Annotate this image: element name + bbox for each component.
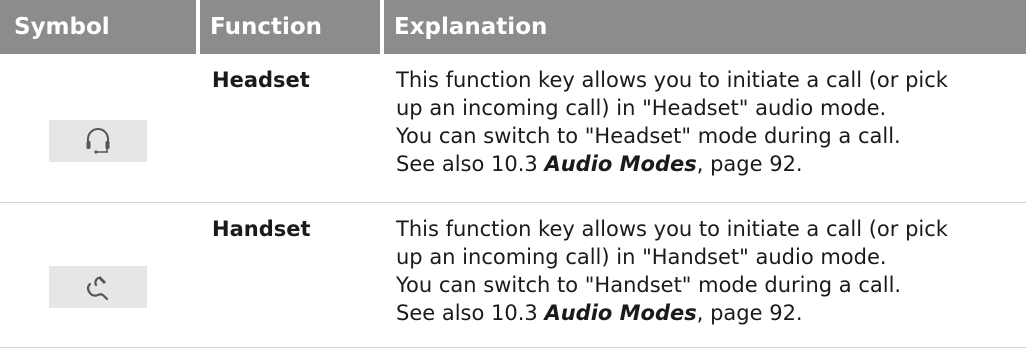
- see-also-suffix: , page 92.: [696, 152, 803, 176]
- explanation-cell: This function key allows you to initiate…: [384, 207, 1026, 347]
- explanation-line: See also 10.3 Audio Modes, page 92.: [396, 299, 1018, 327]
- function-name: Headset: [212, 68, 310, 92]
- function-name: Handset: [212, 217, 311, 241]
- header-symbol: Symbol: [0, 0, 196, 54]
- see-also-suffix: , page 92.: [696, 301, 803, 325]
- see-also-prefix: See also 10.3: [396, 301, 545, 325]
- headset-icon: [86, 128, 110, 154]
- header-function: Function: [200, 0, 380, 54]
- headset-key: [49, 120, 147, 162]
- header-explanation: Explanation: [384, 0, 1026, 54]
- table-row: Headset This function key allows you to …: [0, 58, 1026, 203]
- handset-icon: [86, 276, 109, 301]
- symbol-cell: [0, 58, 196, 202]
- explanation-line: up an incoming call) in "Headset" audio …: [396, 96, 887, 120]
- table-header: Symbol Function Explanation: [0, 0, 1026, 54]
- explanation-line: up an incoming call) in "Handset" audio …: [396, 245, 887, 269]
- symbol-cell: [0, 207, 196, 347]
- handset-key: [49, 266, 147, 308]
- explanation-cell: This function key allows you to initiate…: [384, 58, 1026, 202]
- cross-reference-link[interactable]: Audio Modes: [544, 152, 696, 176]
- cross-reference-link[interactable]: Audio Modes: [544, 301, 696, 325]
- explanation-line: You can switch to "Handset" mode during …: [396, 273, 902, 297]
- explanation-line: This function key allows you to initiate…: [396, 68, 948, 92]
- function-keys-table: Symbol Function Explanation Headset This…: [0, 0, 1026, 348]
- see-also-prefix: See also 10.3: [396, 152, 545, 176]
- explanation-line: See also 10.3 Audio Modes, page 92.: [396, 150, 1018, 178]
- explanation-line: This function key allows you to initiate…: [396, 217, 948, 241]
- explanation-line: You can switch to "Headset" mode during …: [396, 124, 901, 148]
- table-row: Handset This function key allows you to …: [0, 207, 1026, 348]
